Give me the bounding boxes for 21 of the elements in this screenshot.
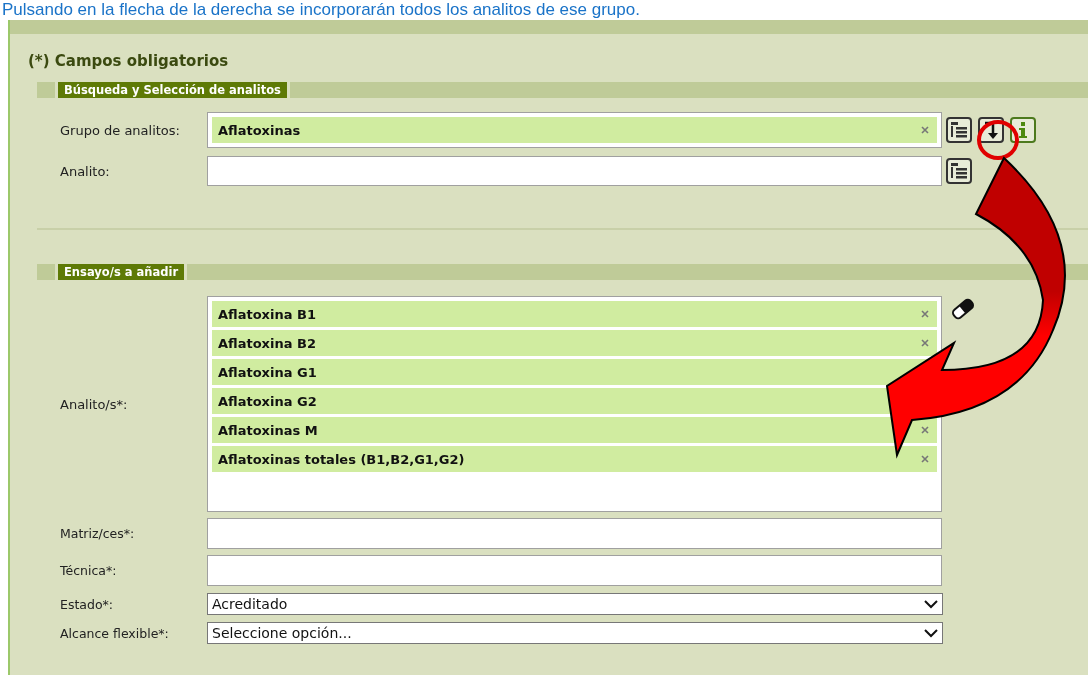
field-label: Analito/s*: [59, 396, 129, 412]
field-label: Alcance flexible*: [59, 625, 170, 641]
caption-text: Pulsando en la flecha de la derecha se incorporarán todos los analitos de ese grupo. [1, 0, 641, 20]
selected-tag: Aflatoxina B1 [218, 306, 316, 322]
dropdown[interactable]: Seleccione opción... [207, 622, 943, 644]
selected-tag: Aflatoxina B2 [218, 335, 316, 351]
dropdown[interactable]: Acreditado [207, 593, 943, 615]
section-title: Búsqueda y Selección de analitos [58, 82, 287, 98]
field-label: Analito: [59, 163, 111, 179]
selected-tag: Aflatoxina G1 [218, 364, 317, 380]
section-title: Ensayo/s a añadir [58, 264, 185, 280]
selected-tag: Aflatoxinas [218, 122, 301, 138]
selected-tag: Aflatoxinas M [218, 422, 318, 438]
required-note: (*) Campos obligatorios [27, 51, 230, 72]
field-label: Grupo de analitos: [59, 122, 181, 138]
field-label: Estado*: [59, 596, 114, 612]
analyte-list[interactable]: Aflatoxina B1 Aflatoxina B2 Aflatoxina G1 Aflatoxina G2 Aflatoxinas M Aflatoxinas totales (B1,B2,G1,G2) [207, 296, 942, 512]
field-label: Matriz/ces*: [59, 526, 136, 541]
field-label: Técnica*: [59, 563, 118, 578]
selected-tag: Aflatoxina G2 [218, 393, 317, 409]
input-field[interactable]: Aflatoxinas [207, 112, 942, 148]
